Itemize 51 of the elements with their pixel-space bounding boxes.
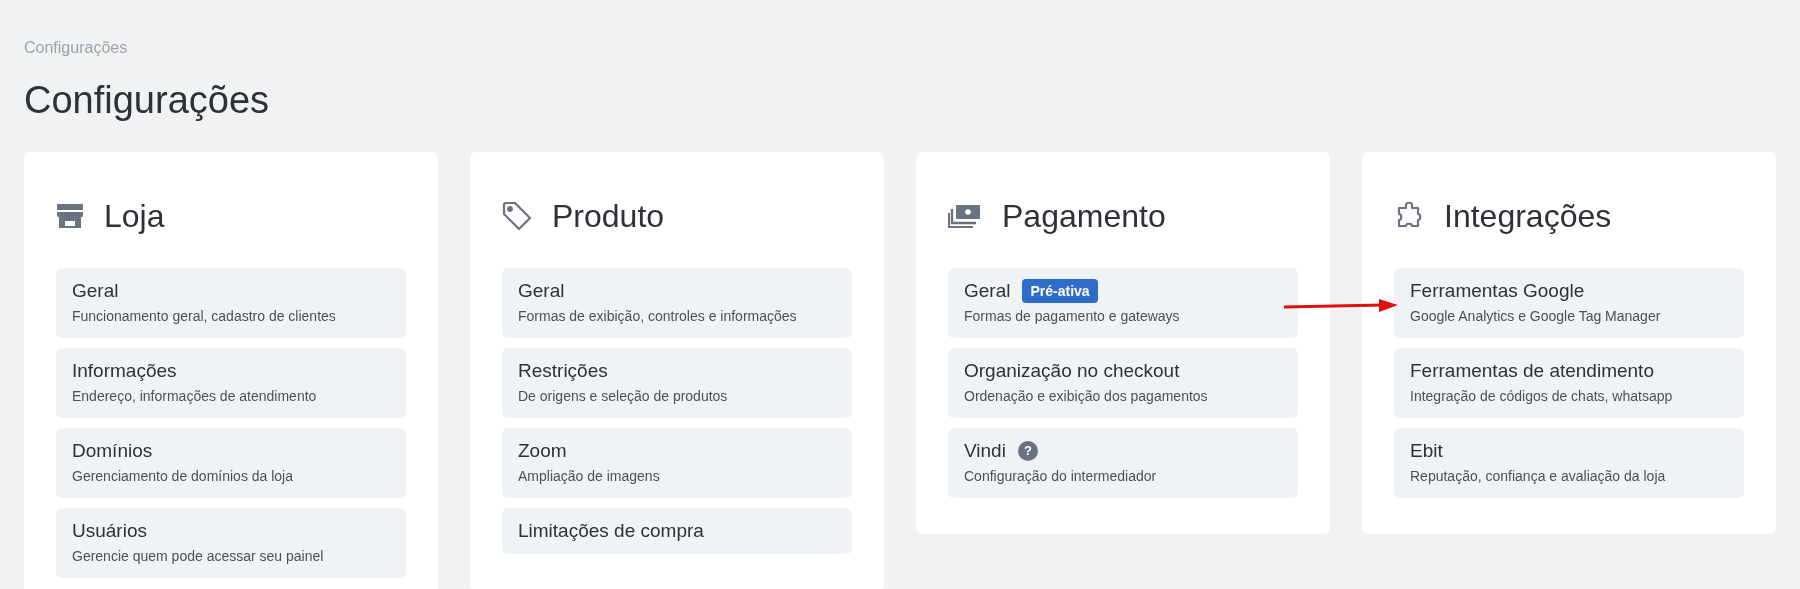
link-description: Reputação, confiança e avaliação da loja — [1410, 467, 1667, 486]
card-title: Loja — [104, 197, 165, 236]
settings-link[interactable]: Vindi ? Configuração do intermediador — [948, 428, 1298, 498]
tag-icon — [502, 201, 532, 231]
link-description: Funcionamento geral, cadastro de clientes — [72, 307, 337, 326]
link-title: Organização no checkout — [964, 359, 1180, 383]
link-description: Ordenação e exibição dos pagamentos — [964, 387, 1209, 406]
status-badge: Pré-ativa — [1022, 279, 1098, 303]
link-title: Ferramentas de atendimento — [1410, 359, 1654, 383]
link-title: Domínios — [72, 439, 153, 463]
money-icon — [948, 203, 982, 229]
link-title: Zoom — [518, 439, 567, 463]
link-title: Geral — [72, 279, 119, 303]
page-title: Configurações — [24, 78, 271, 123]
settings-link[interactable]: Zoom Ampliação de imagens — [502, 428, 852, 498]
settings-link[interactable]: Informações Endereço, informações de atendimento — [56, 348, 406, 418]
settings-link[interactable]: Limitações de compra — [502, 508, 852, 554]
link-description: Integração de códigos de chats, whatsapp — [1410, 387, 1674, 406]
link-description: Configuração do intermediador — [964, 467, 1158, 486]
settings-link[interactable]: Restrições De origens e seleção de produtos — [502, 348, 852, 418]
settings-link[interactable]: Geral Funcionamento geral, cadastro de clientes — [56, 268, 406, 338]
link-description: Formas de exibição, controles e informações — [518, 307, 798, 326]
settings-link[interactable]: Organização no checkout Ordenação e exibição dos pagamentos — [948, 348, 1298, 418]
link-description: Gerencie quem pode acessar seu painel — [72, 547, 325, 566]
link-title: Informações — [72, 359, 177, 383]
settings-link[interactable]: Domínios Gerenciamento de domínios da loja — [56, 428, 406, 498]
link-title: Usuários — [72, 519, 147, 543]
link-description: Gerenciamento de domínios da loja — [72, 467, 295, 486]
link-title: Restrições — [518, 359, 608, 383]
link-title: Limitações de compra — [518, 519, 704, 543]
settings-link[interactable]: Usuários Gerencie quem pode acessar seu painel — [56, 508, 406, 578]
link-description: Endereço, informações de atendimento — [72, 387, 318, 406]
card-title: Pagamento — [1002, 197, 1166, 236]
settings-link[interactable]: Ferramentas Google Google Analytics e Google Tag Manager — [1394, 268, 1744, 338]
link-title: Vindi — [964, 439, 1006, 463]
link-title: Geral — [964, 279, 1011, 303]
card-title: Integrações — [1444, 197, 1612, 236]
link-title: Ebit — [1410, 439, 1443, 463]
help-icon[interactable]: ? — [1017, 441, 1038, 461]
card-title: Produto — [552, 197, 665, 236]
settings-link[interactable]: Geral Pré-ativa Formas de pagamento e gateways — [948, 268, 1298, 338]
settings-link[interactable]: Ferramentas de atendimento Integração de códigos de chats, whatsapp — [1394, 348, 1744, 418]
link-description: Google Analytics e Google Tag Manager — [1410, 307, 1662, 326]
link-description: Ampliação de imagens — [518, 467, 661, 486]
settings-link[interactable]: Geral Formas de exibição, controles e informações — [502, 268, 852, 338]
link-description: Formas de pagamento e gateways — [964, 307, 1181, 326]
store-icon — [56, 203, 84, 229]
settings-link[interactable]: Ebit Reputação, confiança e avaliação da loja — [1394, 428, 1744, 498]
link-title: Geral — [518, 279, 565, 303]
link-title: Ferramentas Google — [1410, 279, 1585, 303]
link-description: De origens e seleção de produtos — [518, 387, 729, 406]
